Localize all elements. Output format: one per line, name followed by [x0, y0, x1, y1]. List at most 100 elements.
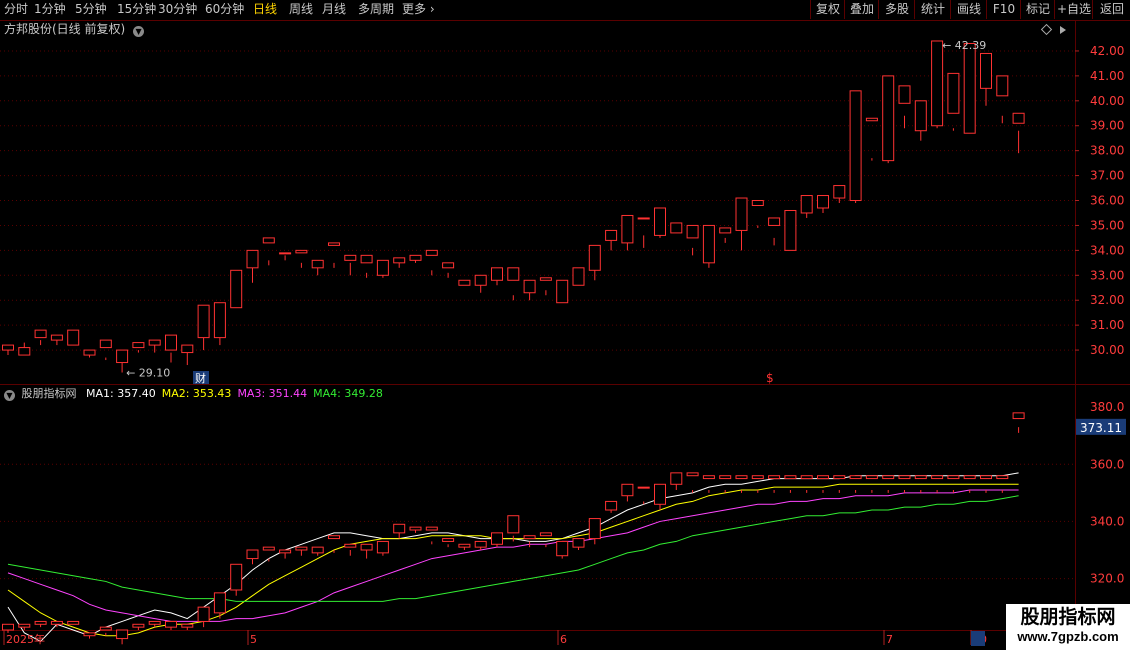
indicator-tick-label: 320.0: [1090, 572, 1124, 586]
indicator-bar-body: [18, 623, 31, 628]
indicator-tick-label: 340.0: [1090, 514, 1124, 528]
candle-body: [670, 222, 683, 234]
candle-body: [556, 279, 569, 304]
candle-body: [442, 262, 455, 269]
candle-body: [328, 242, 340, 246]
indicator-tick-label: 360.0: [1090, 457, 1124, 471]
price-tick-label: 39.00: [1090, 119, 1124, 133]
candle-body: [865, 117, 878, 122]
candle-body: [539, 277, 552, 281]
indicator-bar-body: [213, 592, 226, 614]
diamond-icon: [1040, 23, 1053, 36]
indicator-bar-body: [605, 500, 618, 511]
price-tick-label: 35.00: [1090, 218, 1124, 232]
price-tick-label: 41.00: [1090, 69, 1124, 83]
ma-line-ma1: [7, 472, 1019, 643]
indicator-bar-body: [132, 623, 145, 628]
indicator-bar-body: [83, 632, 96, 637]
price-tick-label: 33.00: [1090, 268, 1124, 282]
ma-line-ma2: [7, 483, 1019, 637]
marker-dollar: $: [766, 371, 774, 385]
indicator-bar-body: [882, 475, 895, 480]
indicator-bar-body: [295, 546, 308, 551]
price-tick-label: 32.00: [1090, 293, 1124, 307]
candle-body: [637, 217, 650, 220]
indicator-bar-body: [246, 549, 259, 560]
price-tick-label: 37.00: [1090, 169, 1124, 183]
indicator-bar-body: [817, 475, 829, 480]
indicator-bar-body: [262, 546, 275, 551]
candle-body: [393, 257, 406, 264]
indicator-bar-body: [474, 540, 487, 548]
candle-body: [621, 214, 634, 244]
indicator-bar-body: [735, 475, 748, 480]
candle-body: [588, 244, 601, 271]
indicator-bar-body: [442, 538, 455, 542]
candle-body: [99, 339, 112, 349]
candle-body: [279, 252, 292, 255]
indicator-bar-body: [50, 620, 63, 625]
indicator-bar-body: [523, 535, 536, 540]
candle-body: [817, 195, 829, 209]
indicator-bar-body: [621, 483, 634, 497]
candle-body: [849, 90, 862, 202]
high-label: ← 42.39: [942, 39, 986, 52]
candle-body: [882, 75, 895, 162]
indicator-bar-body: [376, 540, 389, 554]
indicator-bar-body: [67, 620, 80, 625]
candle-body: [833, 185, 846, 199]
candle-body: [980, 52, 992, 89]
candle-body: [572, 267, 585, 286]
indicator-bar-body: [556, 540, 569, 557]
candle-body: [67, 329, 80, 346]
indicator-bar-body: [931, 475, 944, 480]
indicator-bar-body: [719, 475, 732, 480]
marker-cai: 财: [195, 371, 206, 385]
indicator-bar-body: [980, 475, 992, 480]
candle-body: [18, 347, 31, 356]
indicator-bar-body: [833, 475, 846, 480]
date-cursor-box: [971, 631, 985, 646]
candle-body: [360, 254, 373, 264]
indicator-bar-body: [800, 475, 813, 480]
candle-body: [491, 267, 503, 281]
candle-body: [931, 40, 944, 127]
candle-body: [246, 249, 259, 269]
indicator-bar-body: [34, 620, 47, 625]
price-tick-label: 42.00: [1090, 44, 1124, 58]
candle-body: [768, 217, 781, 226]
candle-body: [83, 349, 96, 356]
indicator-bar-body: [425, 526, 438, 531]
candle-body: [34, 329, 47, 339]
candle-body: [132, 342, 145, 349]
indicator-bar-body: [702, 475, 715, 480]
date-label: 6: [560, 633, 567, 646]
candle-body: [50, 334, 63, 341]
candle-body: [116, 349, 129, 364]
indicator-bar-body: [996, 475, 1009, 480]
candle-body: [295, 249, 308, 254]
indicator-bar-body: [1012, 412, 1025, 420]
watermark-title: 股朋指标网: [1020, 606, 1116, 628]
indicator-bar-body: [409, 526, 422, 531]
watermark: 股朋指标网 www.7gpzb.com: [1006, 604, 1130, 650]
indicator-bar-body: [588, 518, 601, 540]
low-label: ← 29.10: [126, 367, 170, 380]
candle-body: [230, 269, 243, 309]
indicator-bar-body: [458, 543, 471, 548]
date-label: 5: [250, 633, 257, 646]
indicator-bar-body: [784, 475, 797, 480]
candle-body: [605, 229, 618, 241]
indicator-bar-body: [344, 543, 357, 548]
indicator-bar-body: [898, 475, 911, 480]
price-tick-label: 31.00: [1090, 318, 1124, 332]
price-tick-label: 30.00: [1090, 343, 1124, 357]
watermark-url: www.7gpzb.com: [1017, 629, 1119, 644]
current-value-label: 373.11: [1080, 421, 1122, 435]
candle-body: [165, 334, 177, 351]
candle-body: [654, 207, 666, 236]
indicator-bar-body: [165, 620, 177, 628]
candle-body: [947, 72, 960, 114]
kline-chart: 42.00 41.00 40.00 39.00 38.00 37.00 36.00 35.00…: [0, 20, 1130, 650]
indicator-bar-body: [947, 475, 960, 480]
